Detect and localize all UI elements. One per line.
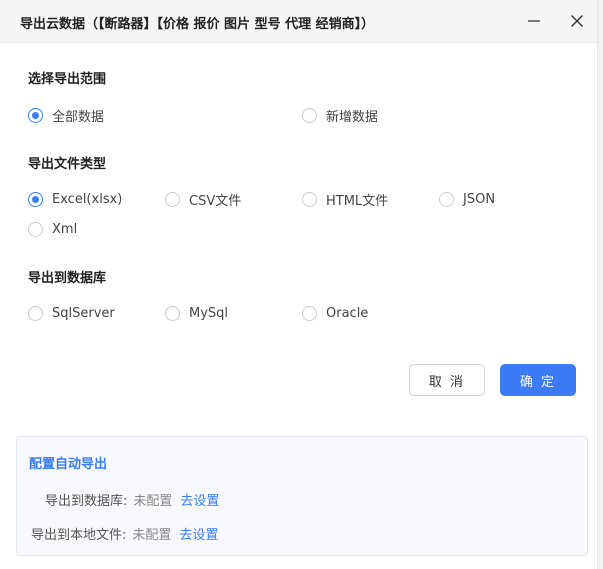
- radio-circle: [28, 221, 43, 237]
- radio-all-data[interactable]: 全部数据: [28, 106, 105, 125]
- radio-label: Excel(xlsx): [52, 191, 123, 207]
- auto-export-row-local: 导出到本地文件: 未配置 去设置: [31, 524, 218, 543]
- auto-export-panel: 配置自动导出 导出到数据库: 未配置 去设置 导出到本地文件: 未配置 去设置: [16, 436, 588, 556]
- radio-excel[interactable]: Excel(xlsx): [28, 190, 122, 208]
- radio-label: Xml: [52, 221, 78, 237]
- radio-circle: [439, 191, 454, 207]
- radio-label: SqlServer: [52, 305, 115, 321]
- setup-local-file-link[interactable]: 去设置: [179, 524, 218, 543]
- radio-circle: [302, 305, 317, 321]
- auto-export-row-database: 导出到数据库: 未配置 去设置: [45, 490, 219, 509]
- row-status: 未配置: [132, 528, 172, 543]
- radio-circle: [302, 191, 317, 207]
- title-bar: 导出云数据（【断路器】【价格 报价 图片 型号 代理 经销商】）: [0, 0, 597, 43]
- radio-label: 新增数据: [326, 109, 379, 125]
- row-label: 导出到本地文件:: [31, 528, 127, 543]
- radio-xml[interactable]: Xml: [28, 220, 77, 238]
- ok-button[interactable]: 确 定: [500, 364, 576, 396]
- close-button[interactable]: [565, 9, 589, 33]
- radio-label: JSON: [463, 191, 496, 207]
- dialog-title: 导出云数据（【断路器】【价格 报价 图片 型号 代理 经销商】）: [20, 17, 375, 32]
- row-label: 导出到数据库:: [45, 494, 128, 509]
- radio-sqlserver[interactable]: SqlServer: [28, 304, 115, 322]
- radio-new-data[interactable]: 新增数据: [302, 106, 379, 125]
- radio-label: Oracle: [326, 305, 369, 321]
- radio-mysql[interactable]: MySql: [165, 304, 228, 322]
- row-status: 未配置: [133, 494, 173, 509]
- close-icon: [571, 15, 583, 27]
- radio-circle: [165, 305, 180, 321]
- radio-label: CSV文件: [189, 193, 242, 209]
- radio-circle: [302, 107, 317, 123]
- setup-database-link[interactable]: 去设置: [180, 490, 219, 509]
- radio-html[interactable]: HTML文件: [302, 190, 389, 209]
- radio-oracle[interactable]: Oracle: [302, 304, 368, 322]
- auto-export-title: 配置自动导出: [29, 457, 108, 472]
- filetype-section-title: 导出文件类型: [28, 157, 107, 172]
- minimize-icon: [528, 20, 540, 22]
- radio-label: HTML文件: [326, 193, 389, 209]
- radio-label: MySql: [189, 305, 229, 321]
- radio-circle: [28, 305, 43, 321]
- cancel-button[interactable]: 取 消: [409, 364, 485, 396]
- radio-json[interactable]: JSON: [439, 190, 495, 208]
- range-section-title: 选择导出范围: [28, 72, 107, 87]
- radio-label: 全部数据: [52, 109, 105, 125]
- radio-csv[interactable]: CSV文件: [165, 190, 242, 209]
- radio-circle: [28, 191, 43, 207]
- export-dialog: 导出云数据（【断路器】【价格 报价 图片 型号 代理 经销商】） 选择导出范围 …: [0, 0, 598, 569]
- radio-circle: [165, 191, 180, 207]
- database-section-title: 导出到数据库: [28, 271, 107, 286]
- radio-circle: [28, 107, 43, 123]
- minimize-button[interactable]: [522, 9, 546, 33]
